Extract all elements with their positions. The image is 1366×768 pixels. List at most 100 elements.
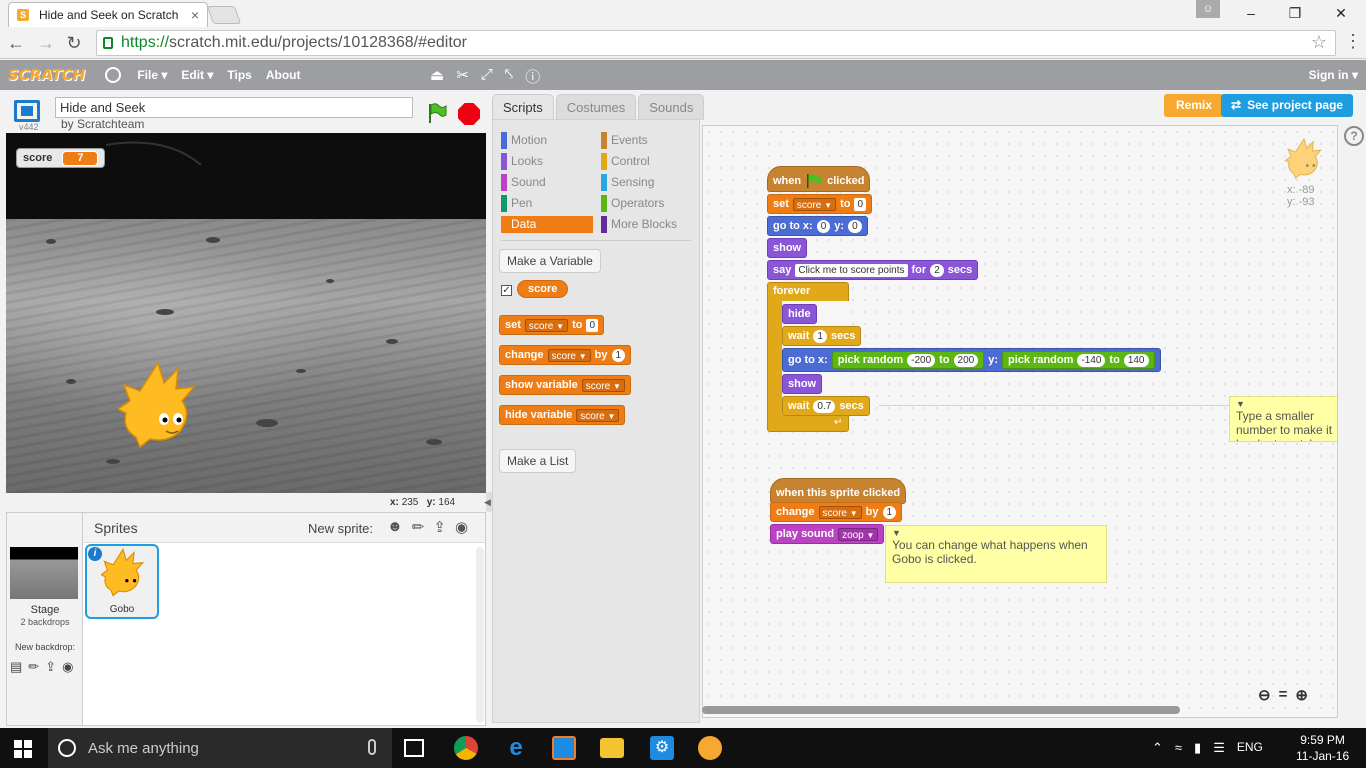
help-icon[interactable]: ?	[1344, 126, 1364, 146]
palette-hide-variable-block[interactable]: hide variable score ▼	[499, 405, 626, 425]
go-to-xy-block[interactable]: go to x: 0 y: 0	[767, 216, 868, 236]
see-project-page-button[interactable]: ⇄ See project page	[1221, 94, 1354, 117]
score-reporter-block[interactable]: score	[517, 280, 569, 298]
zoom-in-icon[interactable]: ⊕	[1295, 686, 1308, 704]
block-help-icon[interactable]: ⓘ	[525, 66, 540, 87]
chrome-icon[interactable]	[454, 736, 478, 760]
change-score-block[interactable]: change score ▼ by 1	[770, 502, 903, 522]
category-sound[interactable]: Sound	[501, 174, 593, 191]
score-monitor[interactable]: score 7	[16, 148, 106, 168]
grow-icon[interactable]: ⤢	[481, 66, 493, 87]
new-tab-button[interactable]	[206, 6, 242, 24]
backdrop-library-icon[interactable]: ▤	[10, 659, 22, 675]
tab-sounds[interactable]: Sounds	[638, 94, 705, 120]
stop-sign-icon[interactable]	[458, 103, 480, 125]
palette-set-block[interactable]: set score ▼ to 0	[499, 315, 605, 335]
stage-thumbnail[interactable]	[10, 547, 78, 599]
comment-smaller-number[interactable]: ▼ Type a smaller number to make it harde…	[1229, 396, 1337, 442]
category-events[interactable]: Events	[601, 132, 693, 149]
go-to-random-block[interactable]: go to x: pick random -200 to 200 y: pick ra…	[782, 348, 1161, 372]
file-explorer-icon[interactable]	[600, 738, 624, 758]
reload-icon[interactable]: ↻	[62, 31, 86, 55]
system-clock[interactable]: 9:59 PM 11-Jan-16	[1296, 732, 1349, 764]
stage-canvas[interactable]: score 7	[6, 133, 486, 493]
browser-menu-icon[interactable]: ⋮	[1344, 31, 1362, 52]
tab-scripts[interactable]: Scripts	[492, 94, 554, 120]
category-control[interactable]: Control	[601, 153, 693, 170]
wifi-icon[interactable]: ≈	[1175, 740, 1182, 756]
pick-random-y-block[interactable]: pick random -140 to 140	[1002, 351, 1155, 369]
language-indicator[interactable]: ENG	[1237, 740, 1263, 756]
category-motion[interactable]: Motion	[501, 132, 593, 149]
tips-menu[interactable]: Tips	[227, 68, 251, 82]
bookmark-star-icon[interactable]: ☆	[1311, 32, 1327, 53]
cortana-search-box[interactable]: Ask me anything	[48, 728, 392, 768]
palette-show-variable-block[interactable]: show variable score ▼	[499, 375, 631, 395]
scripts-horizontal-scrollbar[interactable]	[702, 706, 1180, 714]
file-menu[interactable]: File ▾	[137, 68, 167, 82]
sprite-info-icon[interactable]: i	[88, 547, 102, 561]
category-looks[interactable]: Looks	[501, 153, 593, 170]
edit-menu[interactable]: Edit ▾	[181, 68, 213, 82]
duplicate-stamp-icon[interactable]: ⏏	[430, 66, 444, 87]
green-flag-icon[interactable]	[426, 102, 448, 124]
remix-button[interactable]: Remix	[1164, 94, 1225, 117]
media-player-icon[interactable]	[552, 736, 576, 760]
notifications-icon[interactable]: ☰	[1213, 740, 1225, 756]
when-flag-clicked-block[interactable]: when clicked	[767, 166, 871, 192]
wait-0-7-secs-block[interactable]: wait 0.7 secs	[782, 396, 870, 416]
upload-sprite-icon[interactable]: ⇪	[433, 518, 446, 536]
palette-change-block[interactable]: change score ▼ by 1	[499, 345, 632, 365]
comment-gobo-clicked[interactable]: ▼ You can change what happens when Gobo …	[885, 525, 1107, 583]
scratch-app-icon[interactable]	[698, 736, 722, 760]
make-list-button[interactable]: Make a List	[499, 449, 577, 473]
camera-sprite-icon[interactable]: ◉	[455, 518, 468, 536]
pick-random-x-block[interactable]: pick random -200 to 200	[831, 351, 985, 369]
browser-tab[interactable]: S Hide and Seek on Scratch ×	[8, 2, 208, 27]
show-block-2[interactable]: show	[782, 374, 823, 394]
url-input[interactable]: https://scratch.mit.edu/projects/1012836…	[96, 30, 1336, 56]
zoom-out-icon[interactable]: ⊖	[1258, 686, 1271, 704]
category-pen[interactable]: Pen	[501, 195, 593, 212]
minimize-icon[interactable]: –	[1228, 0, 1274, 26]
edge-icon[interactable]: e	[504, 736, 528, 760]
scratch-logo[interactable]: SCRATCH	[8, 66, 85, 84]
tab-costumes[interactable]: Costumes	[555, 94, 637, 120]
variable-visible-checkbox[interactable]: ✓	[501, 285, 512, 296]
project-title-input[interactable]: Hide and Seek	[55, 97, 413, 118]
windows-start-icon[interactable]	[14, 740, 32, 758]
language-globe-icon[interactable]	[105, 67, 122, 83]
hide-block[interactable]: hide	[782, 304, 817, 324]
restore-icon[interactable]: ❐	[1272, 0, 1318, 26]
forward-arrow-icon[interactable]: →	[34, 31, 58, 55]
shrink-icon[interactable]: ⤣	[505, 66, 513, 87]
upload-backdrop-icon[interactable]: ⇪	[45, 659, 56, 675]
tab-close-icon[interactable]: ×	[191, 7, 199, 23]
category-data[interactable]: Data	[501, 216, 593, 233]
make-variable-button[interactable]: Make a Variable	[499, 249, 601, 273]
sprite-library-icon[interactable]: ☻	[387, 518, 403, 536]
about-menu[interactable]: About	[266, 68, 301, 82]
tray-chevron-icon[interactable]: ⌃	[1152, 740, 1163, 756]
play-sound-block[interactable]: play sound zoop ▼	[770, 524, 885, 544]
close-window-icon[interactable]: ✕	[1318, 0, 1364, 26]
category-more-blocks[interactable]: More Blocks	[601, 216, 693, 233]
category-sensing[interactable]: Sensing	[601, 174, 693, 191]
paint-backdrop-icon[interactable]: ✏	[28, 659, 39, 675]
settings-gear-icon[interactable]: ⚙	[650, 736, 674, 760]
presentation-mode-icon[interactable]	[14, 100, 40, 122]
sprite-scrollbar[interactable]	[476, 547, 484, 723]
paint-sprite-icon[interactable]: ✏	[412, 518, 425, 536]
battery-icon[interactable]: ▮	[1194, 740, 1201, 756]
collapse-arrow-icon[interactable]: ◀	[484, 497, 491, 508]
delete-scissors-icon[interactable]: ✂	[456, 66, 469, 87]
back-arrow-icon[interactable]: ←	[4, 31, 28, 55]
task-view-icon[interactable]	[404, 739, 424, 757]
wait-1-secs-block[interactable]: wait 1 secs	[782, 326, 862, 346]
sprite-thumbnail-gobo[interactable]: i Gobo	[85, 544, 159, 619]
set-score-block[interactable]: set score ▼ to 0	[767, 194, 873, 214]
say-for-secs-block[interactable]: say Click me to score points for 2 secs	[767, 260, 979, 280]
zoom-reset-icon[interactable]: =	[1279, 686, 1288, 704]
camera-backdrop-icon[interactable]: ◉	[62, 659, 73, 675]
user-profile-icon[interactable]: ☺	[1196, 0, 1220, 18]
